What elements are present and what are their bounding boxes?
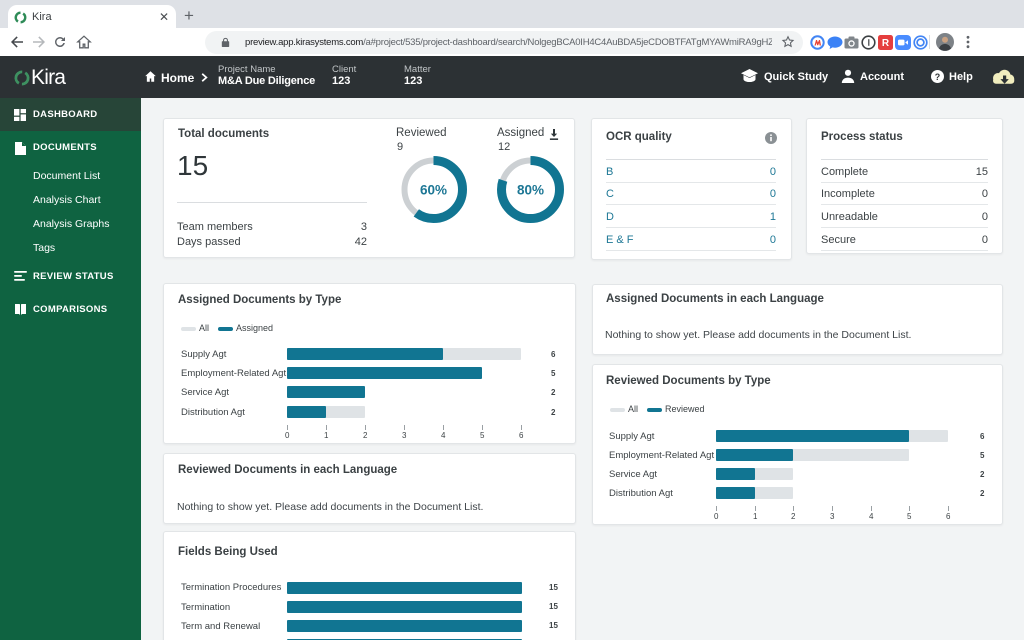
svg-text:R: R: [882, 38, 890, 49]
svg-text:80%: 80%: [517, 183, 544, 198]
svg-text:?: ?: [935, 72, 940, 82]
svg-text:60%: 60%: [420, 183, 447, 198]
